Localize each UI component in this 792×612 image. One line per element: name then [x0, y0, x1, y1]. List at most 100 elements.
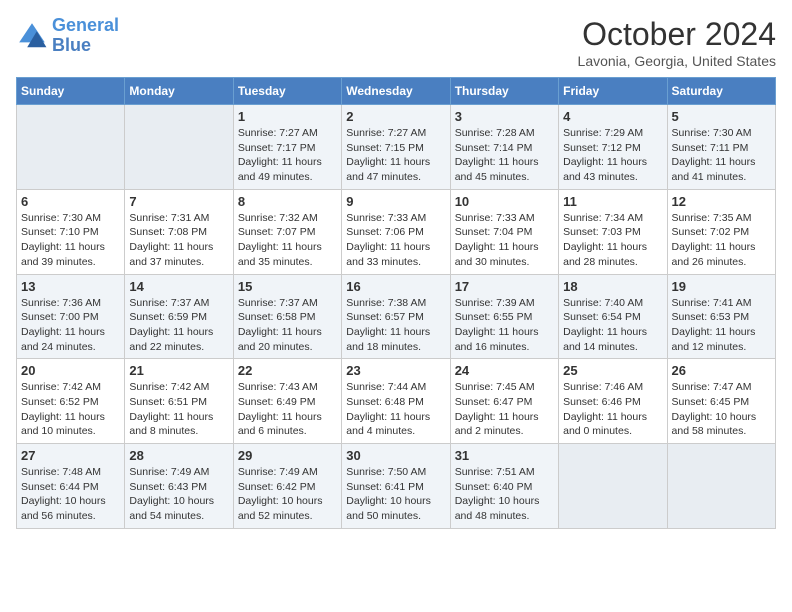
- calendar-cell: [17, 105, 125, 190]
- day-info: Sunrise: 7:45 AM Sunset: 6:47 PM Dayligh…: [455, 380, 554, 439]
- day-number: 5: [672, 109, 771, 124]
- day-number: 22: [238, 363, 337, 378]
- calendar-cell: 24 Sunrise: 7:45 AM Sunset: 6:47 PM Dayli…: [450, 359, 558, 444]
- day-number: 10: [455, 194, 554, 209]
- day-number: 12: [672, 194, 771, 209]
- day-info: Sunrise: 7:28 AM Sunset: 7:14 PM Dayligh…: [455, 126, 554, 185]
- day-info: Sunrise: 7:37 AM Sunset: 6:58 PM Dayligh…: [238, 296, 337, 355]
- day-info: Sunrise: 7:49 AM Sunset: 6:42 PM Dayligh…: [238, 465, 337, 524]
- day-info: Sunrise: 7:39 AM Sunset: 6:55 PM Dayligh…: [455, 296, 554, 355]
- calendar-cell: [559, 444, 667, 529]
- calendar-cell: 19 Sunrise: 7:41 AM Sunset: 6:53 PM Dayli…: [667, 274, 775, 359]
- day-number: 4: [563, 109, 662, 124]
- day-info: Sunrise: 7:30 AM Sunset: 7:11 PM Dayligh…: [672, 126, 771, 185]
- day-number: 11: [563, 194, 662, 209]
- logo-blue: Blue: [52, 35, 91, 55]
- day-info: Sunrise: 7:48 AM Sunset: 6:44 PM Dayligh…: [21, 465, 120, 524]
- calendar-cell: 21Sunrise: 7:42 AM Sunset: 6:51 PM Dayli…: [125, 359, 233, 444]
- calendar-cell: 8 Sunrise: 7:32 AM Sunset: 7:07 PM Daylig…: [233, 189, 341, 274]
- day-number: 16: [346, 279, 445, 294]
- day-info: Sunrise: 7:35 AM Sunset: 7:02 PM Dayligh…: [672, 211, 771, 270]
- day-header-wednesday: Wednesday: [342, 78, 450, 105]
- calendar-cell: 31Sunrise: 7:51 AM Sunset: 6:40 PM Dayli…: [450, 444, 558, 529]
- calendar-cell: 4 Sunrise: 7:29 AM Sunset: 7:12 PM Daylig…: [559, 105, 667, 190]
- day-number: 17: [455, 279, 554, 294]
- day-number: 24: [455, 363, 554, 378]
- day-info: Sunrise: 7:49 AM Sunset: 6:43 PM Dayligh…: [129, 465, 228, 524]
- day-number: 26: [672, 363, 771, 378]
- calendar-cell: 6 Sunrise: 7:30 AM Sunset: 7:10 PM Daylig…: [17, 189, 125, 274]
- day-number: 25: [563, 363, 662, 378]
- calendar-cell: 15 Sunrise: 7:37 AM Sunset: 6:58 PM Dayli…: [233, 274, 341, 359]
- day-number: 15: [238, 279, 337, 294]
- day-info: Sunrise: 7:27 AM Sunset: 7:17 PM Dayligh…: [238, 126, 337, 185]
- day-info: Sunrise: 7:36 AM Sunset: 7:00 PM Dayligh…: [21, 296, 120, 355]
- day-info: Sunrise: 7:32 AM Sunset: 7:07 PM Dayligh…: [238, 211, 337, 270]
- day-number: 7: [129, 194, 228, 209]
- calendar-cell: 1 Sunrise: 7:27 AM Sunset: 7:17 PM Daylig…: [233, 105, 341, 190]
- calendar-cell: 29 Sunrise: 7:49 AM Sunset: 6:42 PM Dayli…: [233, 444, 341, 529]
- day-number: 13: [21, 279, 120, 294]
- logo-text: General Blue: [52, 16, 119, 56]
- calendar-table: SundayMondayTuesdayWednesdayThursdayFrid…: [16, 77, 776, 529]
- day-number: 23: [346, 363, 445, 378]
- calendar-cell: 23Sunrise: 7:44 AM Sunset: 6:48 PM Dayli…: [342, 359, 450, 444]
- day-header-sunday: Sunday: [17, 78, 125, 105]
- calendar-cell: 12 Sunrise: 7:35 AM Sunset: 7:02 PM Dayli…: [667, 189, 775, 274]
- calendar-cell: 22 Sunrise: 7:43 AM Sunset: 6:49 PM Dayli…: [233, 359, 341, 444]
- calendar-cell: 9 Sunrise: 7:33 AM Sunset: 7:06 PM Daylig…: [342, 189, 450, 274]
- day-info: Sunrise: 7:33 AM Sunset: 7:06 PM Dayligh…: [346, 211, 445, 270]
- calendar-cell: 11 Sunrise: 7:34 AM Sunset: 7:03 PM Dayli…: [559, 189, 667, 274]
- day-info: Sunrise: 7:27 AM Sunset: 7:15 PM Dayligh…: [346, 126, 445, 185]
- calendar-cell: 14Sunrise: 7:37 AM Sunset: 6:59 PM Dayli…: [125, 274, 233, 359]
- day-number: 3: [455, 109, 554, 124]
- day-info: Sunrise: 7:40 AM Sunset: 6:54 PM Dayligh…: [563, 296, 662, 355]
- day-header-saturday: Saturday: [667, 78, 775, 105]
- day-number: 1: [238, 109, 337, 124]
- calendar-header-row: SundayMondayTuesdayWednesdayThursdayFrid…: [17, 78, 776, 105]
- title-block: October 2024 Lavonia, Georgia, United St…: [578, 16, 776, 69]
- day-info: Sunrise: 7:50 AM Sunset: 6:41 PM Dayligh…: [346, 465, 445, 524]
- day-number: 29: [238, 448, 337, 463]
- day-info: Sunrise: 7:29 AM Sunset: 7:12 PM Dayligh…: [563, 126, 662, 185]
- calendar-cell: 27Sunrise: 7:48 AM Sunset: 6:44 PM Dayli…: [17, 444, 125, 529]
- calendar-cell: 16 Sunrise: 7:38 AM Sunset: 6:57 PM Dayli…: [342, 274, 450, 359]
- day-info: Sunrise: 7:34 AM Sunset: 7:03 PM Dayligh…: [563, 211, 662, 270]
- calendar-cell: [125, 105, 233, 190]
- calendar-cell: 30Sunrise: 7:50 AM Sunset: 6:41 PM Dayli…: [342, 444, 450, 529]
- day-number: 19: [672, 279, 771, 294]
- calendar-week-row: 27Sunrise: 7:48 AM Sunset: 6:44 PM Dayli…: [17, 444, 776, 529]
- calendar-week-row: 6 Sunrise: 7:30 AM Sunset: 7:10 PM Daylig…: [17, 189, 776, 274]
- calendar-cell: 7Sunrise: 7:31 AM Sunset: 7:08 PM Daylig…: [125, 189, 233, 274]
- calendar-week-row: 1 Sunrise: 7:27 AM Sunset: 7:17 PM Daylig…: [17, 105, 776, 190]
- day-info: Sunrise: 7:42 AM Sunset: 6:51 PM Dayligh…: [129, 380, 228, 439]
- day-number: 8: [238, 194, 337, 209]
- calendar-cell: 5 Sunrise: 7:30 AM Sunset: 7:11 PM Daylig…: [667, 105, 775, 190]
- day-number: 2: [346, 109, 445, 124]
- calendar-cell: 10 Sunrise: 7:33 AM Sunset: 7:04 PM Dayli…: [450, 189, 558, 274]
- calendar-cell: [667, 444, 775, 529]
- calendar-cell: 25 Sunrise: 7:46 AM Sunset: 6:46 PM Dayli…: [559, 359, 667, 444]
- day-info: Sunrise: 7:41 AM Sunset: 6:53 PM Dayligh…: [672, 296, 771, 355]
- calendar-week-row: 13 Sunrise: 7:36 AM Sunset: 7:00 PM Dayli…: [17, 274, 776, 359]
- day-number: 18: [563, 279, 662, 294]
- day-header-friday: Friday: [559, 78, 667, 105]
- day-number: 6: [21, 194, 120, 209]
- location-subtitle: Lavonia, Georgia, United States: [578, 53, 776, 69]
- day-header-tuesday: Tuesday: [233, 78, 341, 105]
- day-info: Sunrise: 7:30 AM Sunset: 7:10 PM Dayligh…: [21, 211, 120, 270]
- day-info: Sunrise: 7:43 AM Sunset: 6:49 PM Dayligh…: [238, 380, 337, 439]
- calendar-cell: 13 Sunrise: 7:36 AM Sunset: 7:00 PM Dayli…: [17, 274, 125, 359]
- day-info: Sunrise: 7:46 AM Sunset: 6:46 PM Dayligh…: [563, 380, 662, 439]
- calendar-cell: 3 Sunrise: 7:28 AM Sunset: 7:14 PM Daylig…: [450, 105, 558, 190]
- calendar-cell: 17 Sunrise: 7:39 AM Sunset: 6:55 PM Dayli…: [450, 274, 558, 359]
- day-info: Sunrise: 7:33 AM Sunset: 7:04 PM Dayligh…: [455, 211, 554, 270]
- day-info: Sunrise: 7:42 AM Sunset: 6:52 PM Dayligh…: [21, 380, 120, 439]
- day-info: Sunrise: 7:37 AM Sunset: 6:59 PM Dayligh…: [129, 296, 228, 355]
- day-number: 20: [21, 363, 120, 378]
- calendar-week-row: 20 Sunrise: 7:42 AM Sunset: 6:52 PM Dayli…: [17, 359, 776, 444]
- logo-icon: [16, 20, 48, 52]
- day-header-thursday: Thursday: [450, 78, 558, 105]
- day-info: Sunrise: 7:38 AM Sunset: 6:57 PM Dayligh…: [346, 296, 445, 355]
- day-number: 9: [346, 194, 445, 209]
